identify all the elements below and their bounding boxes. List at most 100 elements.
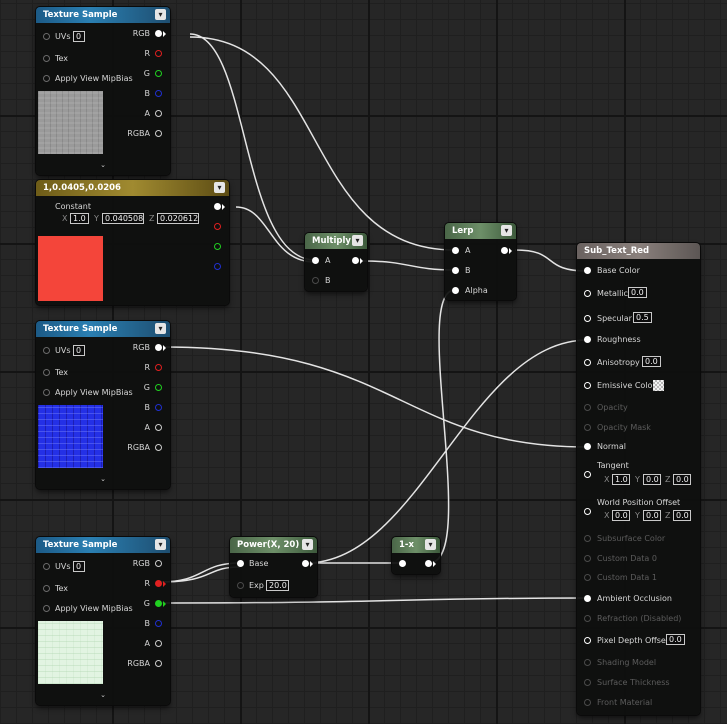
power-exp-input-pin[interactable] — [237, 582, 244, 589]
material-output-node[interactable]: Sub_Text_Red Base Color Metallic 0.0 Spe… — [577, 243, 700, 715]
subsurface-color-pin[interactable] — [584, 535, 591, 542]
r-output-pin[interactable] — [155, 50, 162, 57]
metallic-value-field[interactable]: 0.0 — [628, 287, 647, 298]
constant-header[interactable]: 1,0.0405,0.0206 — [36, 180, 229, 196]
rgb-output-pin[interactable] — [155, 344, 162, 351]
one-minus-input-pin[interactable] — [399, 560, 406, 567]
tex-input-pin[interactable] — [43, 55, 50, 62]
rgba-output-pin[interactable] — [155, 660, 162, 667]
wpo-x-field[interactable]: 0.0 — [612, 510, 630, 521]
custom-data-0-pin[interactable] — [584, 555, 591, 562]
r-output-pin[interactable] — [155, 364, 162, 371]
b-output-pin[interactable] — [214, 263, 221, 270]
normal-map-preview-thumbnail[interactable] — [38, 405, 103, 468]
specular-value-field[interactable]: 0.5 — [633, 312, 652, 323]
b-output-pin[interactable] — [155, 90, 162, 97]
rgb-output-pin[interactable] — [155, 30, 162, 37]
uvs-value-field[interactable]: 0 — [73, 345, 85, 356]
y-value-field[interactable]: 0.040508 — [102, 213, 144, 224]
collapse-chevron-icon[interactable]: ▾ — [155, 539, 166, 550]
collapse-chevron-icon[interactable]: ▾ — [302, 539, 313, 550]
uvs-value-field[interactable]: 0 — [73, 31, 85, 42]
lerp-a-input-pin[interactable] — [452, 247, 459, 254]
collapse-chevron-icon[interactable]: ▾ — [155, 323, 166, 334]
g-output-pin[interactable] — [214, 243, 221, 250]
metallic-pin[interactable] — [584, 290, 591, 297]
wpo-pin[interactable] — [584, 508, 591, 515]
material-header[interactable]: Sub_Text_Red — [577, 243, 700, 259]
wpo-z-field[interactable]: 0.0 — [673, 510, 691, 521]
collapse-chevron-icon[interactable]: ▾ — [352, 235, 363, 246]
multiply-a-input-pin[interactable] — [312, 257, 319, 264]
a-output-pin[interactable] — [155, 110, 162, 117]
ambient-occlusion-pin[interactable] — [584, 595, 591, 602]
rgb-output-pin[interactable] — [155, 560, 162, 567]
r-output-pin[interactable] — [214, 223, 221, 230]
rgb-output-pin[interactable] — [214, 203, 221, 210]
tangent-pin[interactable] — [584, 471, 591, 478]
r-output-pin[interactable] — [155, 580, 162, 587]
lerp-b-input-pin[interactable] — [452, 267, 459, 274]
collapse-chevron-icon[interactable]: ▾ — [155, 9, 166, 20]
texture-sample-node-3[interactable]: Texture Sample ▾ UVs 0 Tex Apply View Mi… — [36, 537, 170, 705]
power-output-pin[interactable] — [302, 560, 309, 567]
mask-preview-thumbnail[interactable] — [38, 621, 103, 684]
a-output-pin[interactable] — [155, 640, 162, 647]
normal-pin[interactable] — [584, 443, 591, 450]
collapse-chevron-icon[interactable]: ▾ — [501, 225, 512, 236]
multiply-node[interactable]: Multiply ▾ A B — [305, 233, 367, 291]
emissive-color-swatch[interactable] — [653, 380, 664, 391]
texture-sample-node-2[interactable]: Texture Sample ▾ UVs 0 Tex Apply View Mi… — [36, 321, 170, 489]
multiply-output-pin[interactable] — [352, 257, 359, 264]
shading-model-pin[interactable] — [584, 659, 591, 666]
a-output-pin[interactable] — [155, 424, 162, 431]
wpo-y-field[interactable]: 0.0 — [643, 510, 661, 521]
texture-sample-header[interactable]: Texture Sample — [36, 321, 170, 337]
texture-sample-header[interactable]: Texture Sample — [36, 7, 170, 23]
power-node[interactable]: Power(X, 20) ▾ Base Exp 20.0 — [230, 537, 317, 597]
texture-sample-header[interactable]: Texture Sample — [36, 537, 170, 553]
front-material-pin[interactable] — [584, 699, 591, 706]
rgba-output-pin[interactable] — [155, 130, 162, 137]
lerp-node[interactable]: Lerp ▾ A B Alpha — [445, 223, 516, 300]
collapse-chevron-icon[interactable]: ▾ — [214, 182, 225, 193]
g-output-pin[interactable] — [155, 70, 162, 77]
power-exp-value-field[interactable]: 20.0 — [266, 580, 289, 591]
custom-data-1-pin[interactable] — [584, 574, 591, 581]
base-color-pin[interactable] — [584, 267, 591, 274]
uvs-input-pin[interactable] — [43, 347, 50, 354]
tangent-x-field[interactable]: 1.0 — [612, 474, 630, 485]
roughness-pin[interactable] — [584, 336, 591, 343]
g-output-pin[interactable] — [155, 384, 162, 391]
one-minus-node[interactable]: 1-x ▾ — [392, 537, 440, 574]
texture-preview-thumbnail[interactable] — [38, 91, 103, 154]
mipbias-input-pin[interactable] — [43, 75, 50, 82]
one-minus-output-pin[interactable] — [425, 560, 432, 567]
constant-vector-node[interactable]: 1,0.0405,0.0206 ▾ Constant X 1.0 Y 0.040… — [36, 180, 229, 305]
constant-color-swatch[interactable] — [38, 236, 103, 301]
multiply-b-input-pin[interactable] — [312, 277, 319, 284]
tangent-z-field[interactable]: 0.0 — [673, 474, 691, 485]
emissive-color-pin[interactable] — [584, 382, 591, 389]
opacity-pin[interactable] — [584, 404, 591, 411]
expand-arrow-icon[interactable]: ⌄ — [36, 475, 170, 483]
anisotropy-value-field[interactable]: 0.0 — [642, 356, 661, 367]
anisotropy-pin[interactable] — [584, 359, 591, 366]
rgba-output-pin[interactable] — [155, 444, 162, 451]
x-value-field[interactable]: 1.0 — [70, 213, 89, 224]
expand-arrow-icon[interactable]: ⌄ — [36, 161, 170, 169]
b-output-pin[interactable] — [155, 620, 162, 627]
tex-input-pin[interactable] — [43, 369, 50, 376]
tangent-y-field[interactable]: 0.0 — [643, 474, 661, 485]
expand-arrow-icon[interactable]: ⌄ — [36, 691, 170, 699]
refraction-pin[interactable] — [584, 615, 591, 622]
mipbias-input-pin[interactable] — [43, 389, 50, 396]
power-base-input-pin[interactable] — [237, 560, 244, 567]
lerp-alpha-input-pin[interactable] — [452, 287, 459, 294]
collapse-chevron-icon[interactable]: ▾ — [425, 539, 436, 550]
uvs-input-pin[interactable] — [43, 33, 50, 40]
tex-input-pin[interactable] — [43, 585, 50, 592]
z-value-field[interactable]: 0.020612 — [157, 213, 199, 224]
pixel-depth-offset-pin[interactable] — [584, 637, 591, 644]
opacity-mask-pin[interactable] — [584, 424, 591, 431]
